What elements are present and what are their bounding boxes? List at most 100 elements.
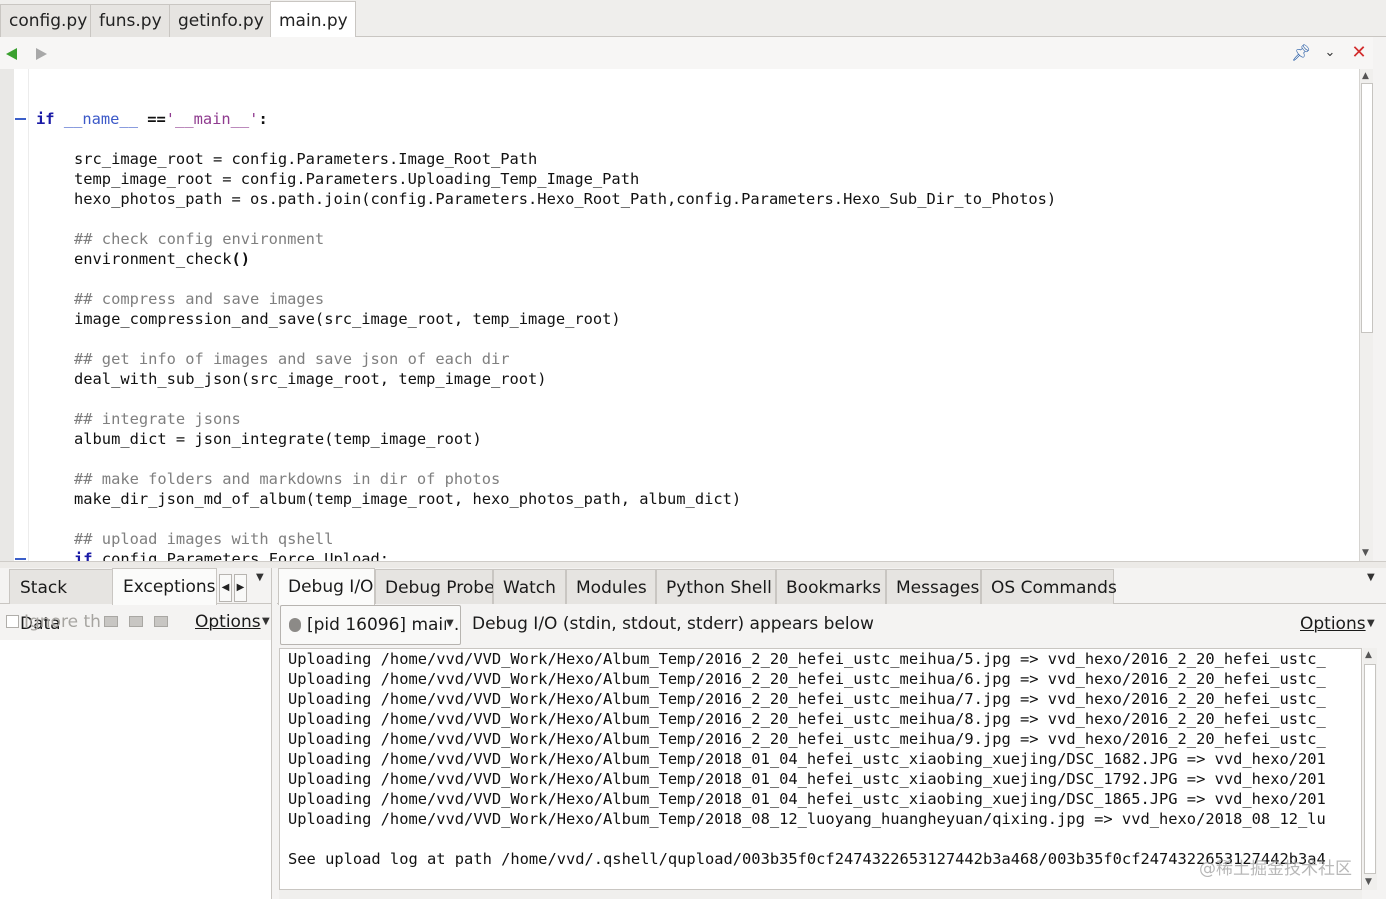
output-vertical-scrollbar[interactable]: ▲ ▼ xyxy=(1363,648,1377,890)
code-line: deal_with_sub_json(src_image_root, temp_… xyxy=(74,369,547,389)
tab-config-py[interactable]: config.py xyxy=(0,4,91,37)
output-line: Uploading /home/vvd/VVD_Work/Hexo/Album_… xyxy=(288,750,1326,768)
scroll-up-icon[interactable]: ▲ xyxy=(1365,650,1372,660)
function-call: deal_with_sub_json xyxy=(74,370,241,388)
code-comment: ## make folders and markdowns in dir of … xyxy=(74,470,501,488)
function-call: environment_check xyxy=(74,250,232,268)
code-comment: ## compress and save images xyxy=(74,290,325,308)
code-line: make_dir_json_md_of_album(temp_image_roo… xyxy=(74,489,741,509)
debug-io-description: Debug I/O (stdin, stdout, stderr) appear… xyxy=(472,614,874,634)
clear-icon[interactable] xyxy=(104,616,118,627)
fold-collapse-icon[interactable] xyxy=(15,118,26,120)
process-select[interactable]: [pid 16096] main.p ▼ xyxy=(280,605,461,645)
output-line: Uploading /home/vvd/VVD_Work/Hexo/Album_… xyxy=(288,710,1326,728)
process-select-value: [pid 16096] main.p xyxy=(307,615,461,635)
scroll-down-icon[interactable]: ▼ xyxy=(1365,877,1372,887)
tab-exceptions[interactable]: Exceptions xyxy=(112,568,217,605)
editor-toolbar: 📌︎ ⌄ ✕ xyxy=(0,37,1373,69)
call-args: () xyxy=(231,250,251,268)
condition: config.Parameters.Force_Upload: xyxy=(92,550,390,561)
tab-debug-io[interactable]: Debug I/O xyxy=(278,568,375,605)
scrollbar-thumb[interactable] xyxy=(1361,83,1373,333)
code-line: environment_check() xyxy=(74,249,250,269)
tab-messages[interactable]: Messages xyxy=(886,569,981,604)
tab-bookmarks[interactable]: Bookmarks xyxy=(776,569,886,604)
tab-getinfo-py[interactable]: getinfo.py xyxy=(169,4,271,37)
dunder-name: __name__ xyxy=(63,110,138,128)
call-args: (temp_image_root, hexo_photos_path, albu… xyxy=(305,490,742,508)
editor-vertical-scrollbar[interactable]: ▲ ▼ xyxy=(1359,69,1373,561)
exceptions-panel: Stack Data Exceptions ◀ ▶ ▼ Ignore th Op… xyxy=(0,568,272,899)
editor-gutter xyxy=(0,69,14,561)
code-editor[interactable]: if __name__ =='__main__': src_image_root… xyxy=(0,69,1359,561)
output-horizontal-scrollbar[interactable] xyxy=(279,890,1362,899)
tab-os-commands[interactable]: OS Commands xyxy=(981,569,1117,604)
tab-debug-probe[interactable]: Debug Probe xyxy=(375,569,495,604)
function-call: json_integrate xyxy=(194,430,325,448)
scroll-up-icon[interactable]: ▲ xyxy=(1362,71,1369,81)
tab-stack-data[interactable]: Stack Data xyxy=(9,569,113,634)
call-args: (temp_image_root) xyxy=(324,430,482,448)
code-comment: ## check config environment xyxy=(74,230,325,248)
call-args: (src_image_root, temp_image_root) xyxy=(240,370,547,388)
panel-menu-icon[interactable]: ▼ xyxy=(1367,572,1375,583)
code-line: if config.Parameters.Force_Upload: xyxy=(74,549,389,561)
assignment: album_dict = xyxy=(74,430,195,448)
scrollbar-thumb[interactable] xyxy=(1364,664,1376,874)
output-line: Uploading /home/vvd/VVD_Work/Hexo/Album_… xyxy=(288,730,1326,748)
output-line: Uploading /home/vvd/VVD_Work/Hexo/Album_… xyxy=(288,650,1326,668)
function-call: make_dir_json_md_of_album xyxy=(74,490,306,508)
code-content: if __name__ =='__main__': src_image_root… xyxy=(36,69,1056,561)
editor-right-strip xyxy=(1373,37,1386,562)
watermark: @稀土掘金技术社区 xyxy=(1199,859,1352,879)
tab-modules[interactable]: Modules xyxy=(566,569,656,604)
output-line: See upload log at path /home/vvd/.qshell… xyxy=(288,850,1326,868)
list-icon[interactable] xyxy=(154,616,168,627)
panel-menu-icon[interactable]: ▼ xyxy=(256,572,264,583)
ignore-label: Ignore th xyxy=(24,612,101,632)
chevron-down-icon[interactable]: ⌄ xyxy=(1320,42,1340,64)
keyword: if xyxy=(36,110,55,128)
options-dropdown-icon[interactable]: ▼ xyxy=(1367,618,1375,629)
options-dropdown-icon[interactable]: ▼ xyxy=(262,616,270,627)
code-comment: ## integrate jsons xyxy=(74,410,241,428)
ignore-checkbox[interactable] xyxy=(6,615,19,628)
close-icon[interactable]: ✕ xyxy=(1349,42,1369,64)
tab-funs-py[interactable]: funs.py xyxy=(90,4,170,37)
fold-margin xyxy=(28,69,29,561)
chevron-down-icon[interactable]: ▼ xyxy=(446,606,454,643)
tab-scroll-left-icon[interactable]: ◀ xyxy=(219,574,232,602)
output-line: Uploading /home/vvd/VVD_Work/Hexo/Album_… xyxy=(288,810,1326,828)
scroll-down-icon[interactable]: ▼ xyxy=(1362,548,1369,558)
debug-io-toolbar: [pid 16096] main.p ▼ Debug I/O (stdin, s… xyxy=(277,604,1386,646)
panel-splitter[interactable] xyxy=(0,561,1386,568)
file-tab-bar: config.py funs.py getinfo.py main.py xyxy=(0,0,1386,38)
code-comment: ## upload images with qshell xyxy=(74,530,334,548)
tab-main-py[interactable]: main.py xyxy=(270,1,356,38)
left-panel-tabs: Stack Data Exceptions ◀ ▶ ▼ xyxy=(0,568,272,634)
code-line: src_image_root = config.Parameters.Image… xyxy=(74,150,538,168)
forward-arrow-icon[interactable] xyxy=(36,48,47,60)
pin-icon[interactable]: 📌︎ xyxy=(1291,42,1311,64)
code-line: temp_image_root = config.Parameters.Uplo… xyxy=(74,170,640,188)
code-line: album_dict = json_integrate(temp_image_r… xyxy=(74,429,482,449)
function-call: image_compression_and_save xyxy=(74,310,315,328)
output-line: Uploading /home/vvd/VVD_Work/Hexo/Album_… xyxy=(288,790,1326,808)
exceptions-options-button[interactable]: Options xyxy=(195,612,261,632)
right-panel-tabs: Debug I/O Debug Probe Watch Modules Pyth… xyxy=(277,568,1386,605)
tab-python-shell[interactable]: Python Shell xyxy=(656,569,776,604)
fold-collapse-icon-2[interactable] xyxy=(15,558,26,560)
output-line: Uploading /home/vvd/VVD_Work/Hexo/Album_… xyxy=(288,670,1326,688)
tab-scroll-right-icon[interactable]: ▶ xyxy=(234,574,247,602)
bug-icon xyxy=(289,618,301,632)
debug-io-options-button[interactable]: Options xyxy=(1300,614,1366,634)
back-arrow-icon[interactable] xyxy=(6,48,17,60)
code-line: image_compression_and_save(src_image_roo… xyxy=(74,309,621,329)
debug-io-panel: Debug I/O Debug Probe Watch Modules Pyth… xyxy=(277,568,1386,899)
copy-icon[interactable] xyxy=(129,616,143,627)
output-lines: Uploading /home/vvd/VVD_Work/Hexo/Album_… xyxy=(288,649,1326,869)
tab-watch[interactable]: Watch xyxy=(493,569,566,604)
code-comment: ## get info of images and save json of e… xyxy=(74,350,510,368)
output-line: Uploading /home/vvd/VVD_Work/Hexo/Album_… xyxy=(288,690,1326,708)
operator: == xyxy=(137,110,166,128)
